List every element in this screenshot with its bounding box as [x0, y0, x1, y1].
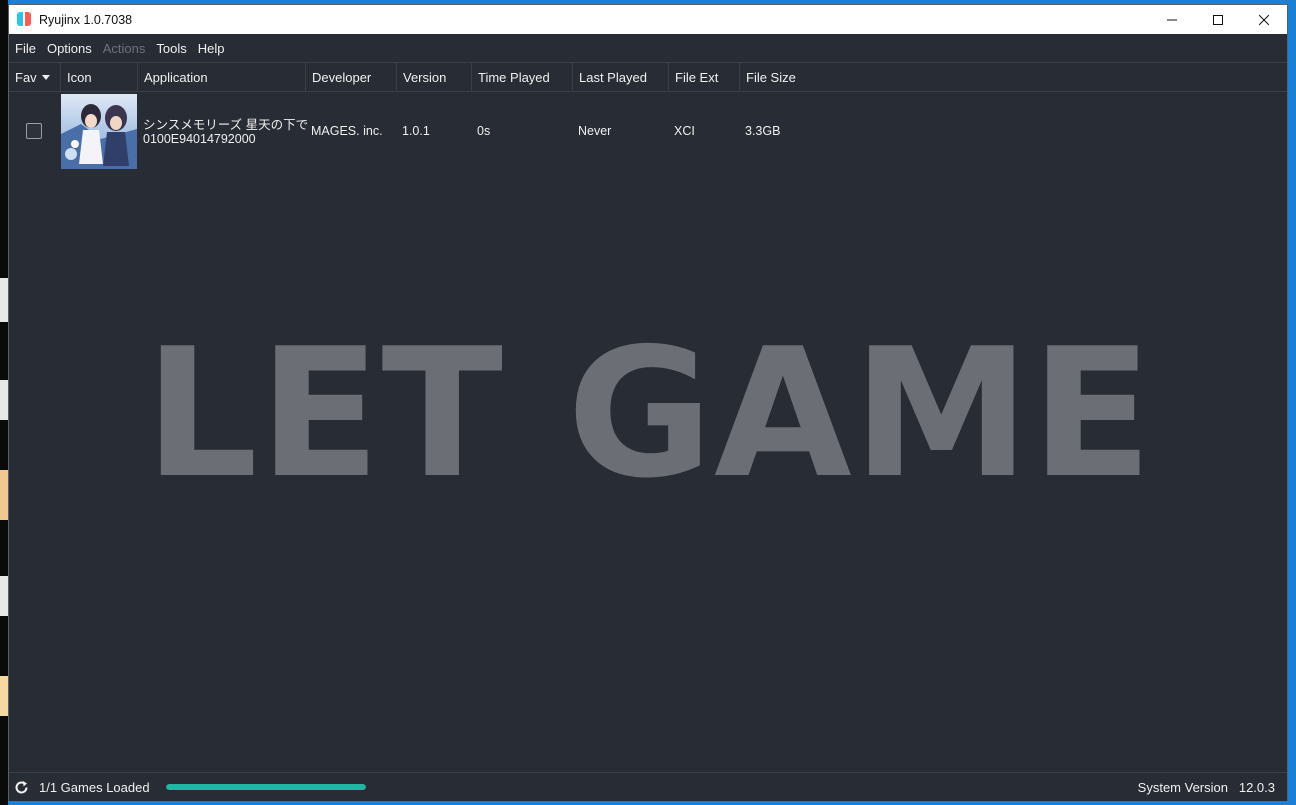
column-developer[interactable]: Developer [306, 63, 397, 92]
menu-tools[interactable]: Tools [156, 41, 186, 56]
close-icon [1259, 14, 1269, 25]
column-last-played[interactable]: Last Played [573, 63, 669, 92]
status-bar: 1/1 Games Loaded System Version 12.0.3 [9, 772, 1287, 801]
game-last-played: Never [578, 124, 612, 138]
column-file-ext[interactable]: File Ext [669, 63, 740, 92]
desktop-icon[interactable] [0, 576, 8, 616]
refresh-icon [15, 780, 28, 793]
menu-actions: Actions [102, 40, 146, 56]
game-version: 1.0.1 [402, 124, 430, 138]
window-title: Ryujinx 1.0.7038 [39, 12, 133, 27]
maximize-button[interactable] [1195, 5, 1241, 34]
column-version[interactable]: Version [397, 63, 472, 92]
column-file-ext-label: File Ext [675, 70, 719, 85]
refresh-button[interactable] [14, 780, 29, 795]
game-file-size: 3.3GB [745, 124, 781, 138]
desktop-icon[interactable] [0, 278, 8, 322]
game-name: シンスメモリーズ 星天の下で [143, 118, 309, 132]
game-file-ext: XCI [674, 124, 695, 138]
sort-descending-icon [41, 75, 50, 80]
system-version-label: System Version [1137, 779, 1228, 795]
favorite-checkbox[interactable] [26, 123, 42, 139]
menu-file[interactable]: File [15, 41, 36, 56]
column-developer-label: Developer [312, 70, 372, 85]
maximize-icon [1213, 14, 1223, 25]
game-developer: MAGES. inc. [311, 124, 383, 138]
minimize-icon [1167, 19, 1177, 20]
column-time-played[interactable]: Time Played [472, 63, 573, 92]
game-cover-icon [61, 94, 137, 169]
title-bar[interactable]: Ryujinx 1.0.7038 [9, 5, 1287, 34]
column-fav-label: Fav [15, 70, 37, 85]
column-application-label: Application [144, 70, 208, 85]
close-button[interactable] [1241, 5, 1287, 34]
ryujinx-window: Ryujinx 1.0.7038 File Options Actions To… [8, 4, 1288, 801]
menu-options[interactable]: Options [47, 41, 92, 56]
column-icon-label: Icon [67, 70, 92, 85]
column-file-size-label: File Size [746, 70, 796, 85]
column-version-label: Version [403, 70, 447, 85]
progress-fill [165, 784, 366, 790]
games-loaded-text: 1/1 Games Loaded [39, 779, 150, 795]
column-file-size[interactable]: File Size [740, 63, 820, 92]
column-application[interactable]: Application [138, 63, 306, 92]
window-controls [1149, 5, 1287, 34]
column-last-played-label: Last Played [579, 70, 647, 85]
watermark-text: LET GAME [144, 310, 1154, 517]
game-time-played: 0s [477, 124, 491, 138]
system-version-value: 12.0.3 [1238, 779, 1275, 795]
column-time-played-label: Time Played [478, 70, 550, 85]
desktop-icon[interactable] [0, 676, 8, 716]
menu-help[interactable]: Help [198, 41, 225, 56]
loading-progress-bar [165, 784, 366, 790]
minimize-button[interactable] [1149, 5, 1195, 34]
ryujinx-logo-icon [17, 11, 33, 28]
desktop-edge [0, 0, 8, 805]
menu-bar: File Options Actions Tools Help [9, 34, 1287, 62]
game-title-id: 0100E94014792000 [143, 132, 256, 146]
desktop-icon[interactable] [0, 470, 8, 520]
column-header: Fav Icon Application Developer Version T… [9, 62, 1287, 92]
desktop-icon[interactable] [0, 380, 8, 420]
column-fav[interactable]: Fav [9, 63, 61, 92]
column-icon[interactable]: Icon [61, 63, 138, 92]
table-row[interactable]: シンスメモリーズ 星天の下で 0100E94014792000 MAGES. i… [9, 93, 1287, 169]
